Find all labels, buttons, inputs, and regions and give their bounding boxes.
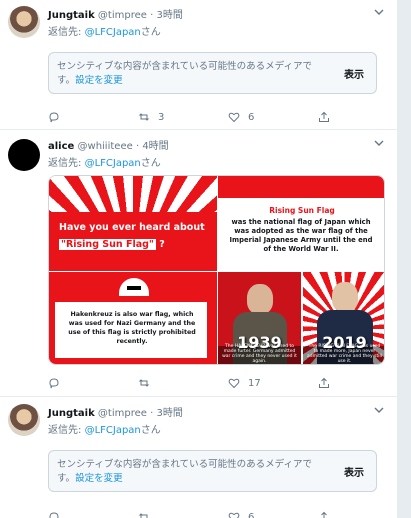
show-media-button[interactable]: 表示	[344, 66, 364, 81]
tweet-1[interactable]: Jungtaik @timpree · 3時間 返信先: @LFCJapanさん…	[0, 0, 397, 130]
reply-prefix: 返信先:	[48, 158, 85, 169]
share-button[interactable]	[318, 376, 330, 390]
display-name[interactable]: Jungtaik	[48, 10, 95, 21]
reply-suffix: さん	[140, 27, 161, 38]
panel-body-text: was the national flag of Japan which was…	[229, 218, 373, 253]
sensitive-media-notice: センシティブな内容が含まれている可能性のあるメディアです。設定を変更 表示	[48, 450, 377, 492]
reply-suffix: さん	[140, 425, 161, 436]
tweet-media-collage[interactable]: Have you ever heard about "Rising Sun Fl…	[48, 175, 385, 365]
retweet-button[interactable]: 3	[138, 110, 164, 124]
share-button[interactable]	[318, 110, 330, 124]
media-panel-definition: Rising Sun Flag was the national flag of…	[218, 176, 384, 271]
photo-caption: The HAKENKREUZ was used to made furter. …	[222, 344, 297, 364]
timestamp[interactable]: 3時間	[156, 408, 182, 419]
separator-dot: ·	[150, 408, 154, 419]
like-button[interactable]: 6	[228, 110, 254, 124]
media-panel-question: Have you ever heard about "Rising Sun Fl…	[49, 176, 217, 271]
display-name[interactable]: alice	[48, 141, 74, 152]
like-icon	[228, 378, 240, 389]
sensitive-media-text: センシティブな内容が含まれている可能性のあるメディアです。設定を変更	[57, 60, 327, 88]
show-media-button[interactable]: 表示	[344, 464, 364, 479]
chevron-down-icon[interactable]	[373, 6, 385, 18]
like-button[interactable]: 17	[228, 376, 261, 390]
retweet-icon	[139, 513, 148, 518]
panel-question-line: Have you ever heard about	[59, 222, 205, 233]
retweet-icon	[139, 379, 149, 387]
avatar[interactable]	[8, 404, 40, 436]
flag-symbol	[127, 286, 141, 290]
like-button[interactable]: 6	[228, 510, 254, 518]
panel-body-text: Hakenkreuz is also war flag, which was u…	[68, 311, 196, 345]
display-name[interactable]: Jungtaik	[48, 408, 95, 419]
tweet-header: alice @whiiiteee · 4時間	[48, 137, 169, 152]
share-icon	[319, 511, 329, 518]
chevron-down-icon[interactable]	[373, 137, 385, 149]
sensitive-media-notice: センシティブな内容が含まれている可能性のあるメディアです。設定を変更 表示	[48, 52, 377, 94]
photo-1939: 1939 The HAKENKREUZ was used to made fur…	[218, 272, 301, 364]
like-icon	[228, 512, 240, 518]
reply-context: 返信先: @LFCJapanさん	[48, 23, 161, 38]
retweet-icon	[139, 113, 149, 121]
user-handle[interactable]: @timpree	[98, 10, 147, 21]
separator-dot: ·	[135, 141, 140, 152]
reply-context: 返信先: @LFCJapanさん	[48, 154, 161, 169]
media-panel-hakenkreuz: Hakenkreuz is also war flag, which was u…	[49, 272, 217, 364]
user-handle[interactable]: @whiiiteee	[78, 141, 133, 152]
change-settings-link[interactable]: 設定を変更	[75, 473, 123, 484]
timestamp[interactable]: 4時間	[142, 141, 168, 152]
reply-icon	[49, 378, 59, 389]
panel-question-highlight: "Rising Sun Flag" ?	[59, 239, 165, 250]
tweet-actions: 6	[48, 510, 348, 518]
photo-2019: 2019 The RISING SUN FLAG was used to mad…	[303, 272, 384, 364]
photo-caption: The RISING SUN FLAG was used to made mor…	[307, 344, 382, 364]
like-count: 6	[248, 111, 255, 123]
change-settings-link[interactable]: 設定を変更	[75, 75, 123, 86]
question-mark: ?	[155, 239, 165, 250]
chevron-down-icon[interactable]	[373, 404, 385, 416]
retweet-button[interactable]	[138, 510, 150, 518]
reply-prefix: 返信先:	[48, 425, 85, 436]
timestamp[interactable]: 3時間	[156, 10, 182, 21]
reply-button[interactable]	[48, 510, 60, 518]
highlight-text: "Rising Sun Flag"	[59, 239, 156, 250]
retweet-count: 3	[158, 111, 165, 123]
sensitive-media-text: センシティブな内容が含まれている可能性のあるメディアです。設定を変更	[57, 458, 327, 486]
tweet-header: Jungtaik @timpree · 3時間	[48, 6, 183, 21]
share-icon	[319, 377, 329, 388]
reply-button[interactable]	[48, 376, 60, 390]
person-head	[247, 284, 273, 314]
retweet-button[interactable]	[138, 376, 150, 390]
tweet-2[interactable]: alice @whiiiteee · 4時間 返信先: @LFCJapanさん …	[0, 131, 397, 397]
avatar[interactable]	[8, 6, 40, 38]
tweet-actions: 17	[48, 376, 348, 390]
reply-mention[interactable]: @LFCJapan	[85, 425, 141, 436]
like-icon	[228, 112, 240, 123]
media-panel-comparison: 1939 The HAKENKREUZ was used to made fur…	[218, 272, 384, 364]
reply-button[interactable]	[48, 110, 60, 124]
person-head	[332, 282, 358, 312]
tweet-actions: 3 6	[48, 110, 348, 124]
share-button[interactable]	[318, 510, 330, 518]
tweet-header: Jungtaik @timpree · 3時間	[48, 404, 183, 419]
reply-icon	[49, 512, 59, 518]
red-top-bar	[218, 176, 384, 198]
reply-mention[interactable]: @LFCJapan	[85, 158, 141, 169]
avatar[interactable]	[8, 139, 40, 171]
user-handle[interactable]: @timpree	[98, 408, 147, 419]
reply-prefix: 返信先:	[48, 27, 85, 38]
reply-mention[interactable]: @LFCJapan	[85, 27, 141, 38]
reply-suffix: さん	[140, 158, 161, 169]
panel-title: Rising Sun Flag	[269, 206, 335, 215]
tweet-3[interactable]: Jungtaik @timpree · 3時間 返信先: @LFCJapanさん…	[0, 398, 397, 518]
separator-dot: ·	[150, 10, 154, 21]
timeline: Jungtaik @timpree · 3時間 返信先: @LFCJapanさん…	[0, 0, 397, 518]
reply-context: 返信先: @LFCJapanさん	[48, 421, 161, 436]
share-icon	[319, 111, 329, 122]
like-count: 6	[248, 511, 255, 518]
reply-icon	[49, 112, 59, 123]
like-count: 17	[248, 377, 261, 389]
